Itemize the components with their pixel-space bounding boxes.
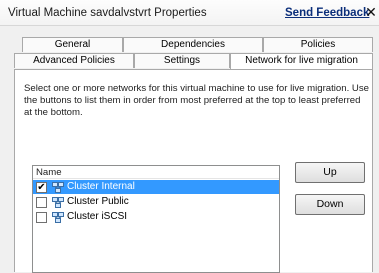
column-header-name[interactable]: Name bbox=[33, 166, 279, 179]
tab-label: Network for live migration bbox=[245, 55, 358, 66]
tab-general[interactable]: General bbox=[22, 37, 123, 52]
tab-settings[interactable]: Settings bbox=[134, 53, 230, 68]
down-button[interactable]: Down bbox=[295, 194, 365, 215]
title-bar: Virtual Machine savdalvstvrt Properties … bbox=[0, 0, 379, 26]
list-item[interactable]: Cluster iSCSI bbox=[33, 210, 279, 224]
tab-network-for-live-migration[interactable]: Network for live migration bbox=[230, 53, 373, 69]
tab-label: Dependencies bbox=[161, 39, 225, 50]
network-name: Cluster iSCSI bbox=[67, 211, 128, 222]
network-checkbox[interactable]: ✔ bbox=[36, 182, 47, 193]
window-title: Virtual Machine savdalvstvrt Properties bbox=[8, 7, 207, 19]
tab-label: Settings bbox=[163, 55, 201, 66]
network-name: Cluster Public bbox=[67, 196, 129, 207]
tab-policies[interactable]: Policies bbox=[263, 37, 373, 52]
network-icon bbox=[52, 182, 64, 193]
tab-label: Policies bbox=[300, 39, 336, 50]
tab-label: General bbox=[54, 39, 91, 50]
tab-advanced-policies[interactable]: Advanced Policies bbox=[14, 53, 134, 68]
send-feedback-link[interactable]: Send Feedback bbox=[285, 7, 369, 19]
close-icon[interactable]: ✕ bbox=[364, 5, 378, 19]
tab-dependencies[interactable]: Dependencies bbox=[123, 37, 263, 52]
list-item[interactable]: ✔ Cluster Internal bbox=[33, 180, 279, 194]
network-checkbox[interactable] bbox=[36, 197, 47, 208]
network-checkbox[interactable] bbox=[36, 212, 47, 223]
network-icon bbox=[52, 197, 64, 208]
tab-panel: Select one or more networks for this vir… bbox=[14, 69, 373, 273]
tab-label: Advanced Policies bbox=[33, 55, 115, 66]
up-button[interactable]: Up bbox=[295, 162, 365, 183]
list-item[interactable]: Cluster Public bbox=[33, 195, 279, 209]
network-name: Cluster Internal bbox=[67, 181, 135, 192]
instructions-text: Select one or more networks for this vir… bbox=[24, 83, 369, 118]
properties-dialog: Virtual Machine savdalvstvrt Properties … bbox=[0, 0, 379, 273]
network-icon bbox=[52, 212, 64, 223]
network-list[interactable]: Name ✔ Cluster Internal Cluster Public C… bbox=[32, 165, 280, 273]
